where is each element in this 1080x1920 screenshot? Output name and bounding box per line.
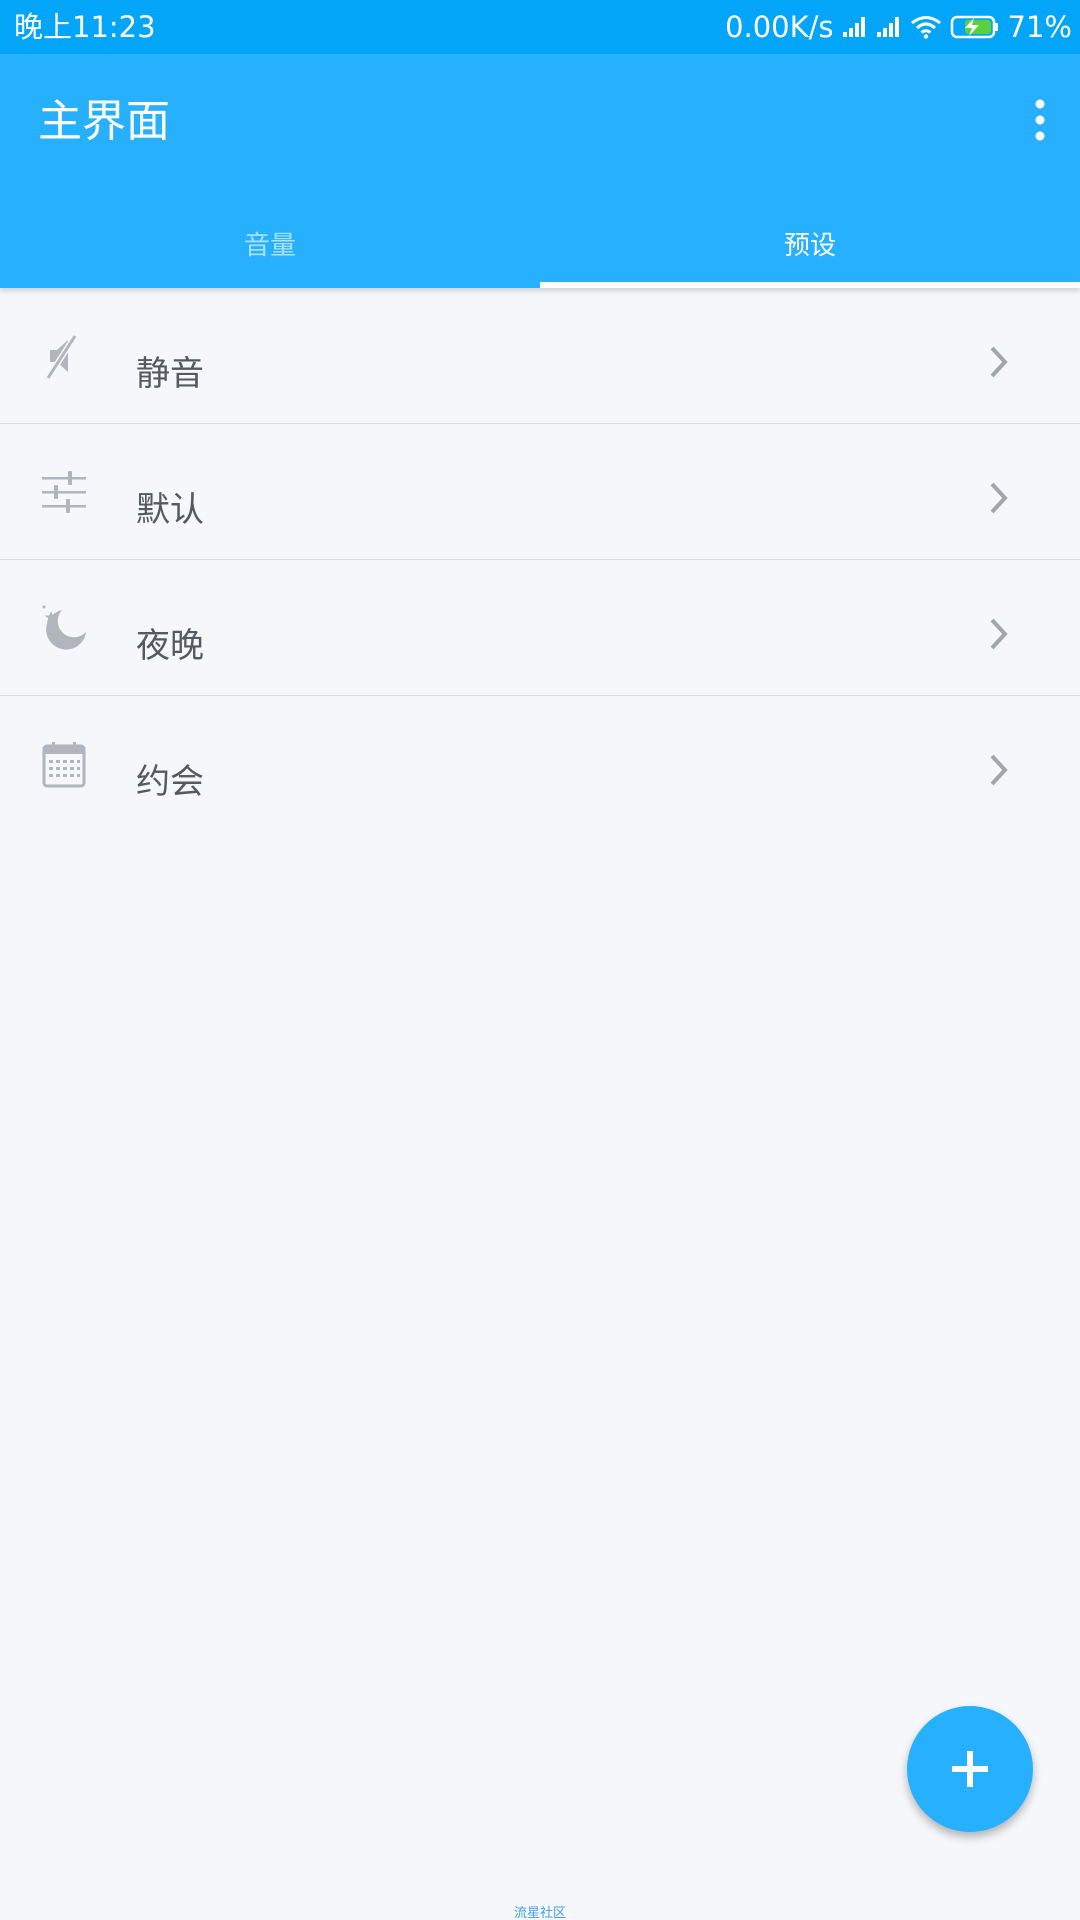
signal-icon bbox=[842, 17, 865, 37]
calendar-icon bbox=[42, 742, 86, 788]
preset-label: 静音 bbox=[136, 354, 204, 394]
chevron-right-icon bbox=[990, 754, 1008, 786]
network-speed: 0.00K/s bbox=[725, 10, 834, 44]
preset-list: 静音 默认 夜晚 约会 bbox=[0, 288, 1080, 832]
preset-label: 夜晚 bbox=[136, 626, 204, 666]
preset-label: 约会 bbox=[136, 762, 204, 802]
chevron-right-icon bbox=[990, 482, 1008, 514]
status-time: 晚上11:23 bbox=[14, 10, 156, 44]
preset-item-mute[interactable]: 静音 bbox=[0, 288, 1080, 424]
more-vert-icon[interactable] bbox=[1028, 96, 1052, 144]
battery-charging-icon bbox=[950, 15, 998, 39]
moon-icon bbox=[42, 605, 86, 650]
tab-presets[interactable]: 预设 bbox=[540, 204, 1080, 288]
status-bar: 晚上11:23 0.00K/s 71% bbox=[0, 0, 1080, 54]
preset-item-night[interactable]: 夜晚 bbox=[0, 560, 1080, 696]
chevron-right-icon bbox=[990, 618, 1008, 650]
app-root: 晚上11:23 0.00K/s 71% 主界面 音量 预设 静音 默认 夜晚 约… bbox=[0, 0, 1080, 1920]
preset-item-default[interactable]: 默认 bbox=[0, 424, 1080, 560]
signal-icon bbox=[876, 17, 899, 37]
page-title: 主界面 bbox=[38, 96, 170, 147]
mute-icon bbox=[45, 334, 78, 380]
app-bar: 主界面 音量 预设 bbox=[0, 54, 1080, 288]
preset-label: 默认 bbox=[136, 490, 204, 530]
tab-volume[interactable]: 音量 bbox=[0, 204, 540, 288]
add-preset-button[interactable] bbox=[907, 1706, 1033, 1832]
tab-volume-label: 音量 bbox=[243, 231, 296, 261]
preset-item-date[interactable]: 约会 bbox=[0, 696, 1080, 832]
tab-bar: 音量 预设 bbox=[0, 204, 1080, 288]
watermark: 流星社区 bbox=[513, 1906, 566, 1920]
wifi-icon bbox=[910, 16, 941, 39]
tab-presets-label: 预设 bbox=[783, 231, 836, 261]
chevron-right-icon bbox=[990, 346, 1008, 378]
add-icon bbox=[952, 1751, 988, 1787]
equalizer-icon bbox=[42, 471, 86, 513]
battery-percentage: 71% bbox=[1007, 10, 1072, 44]
status-indicators: 0.00K/s 71% bbox=[725, 10, 1072, 44]
